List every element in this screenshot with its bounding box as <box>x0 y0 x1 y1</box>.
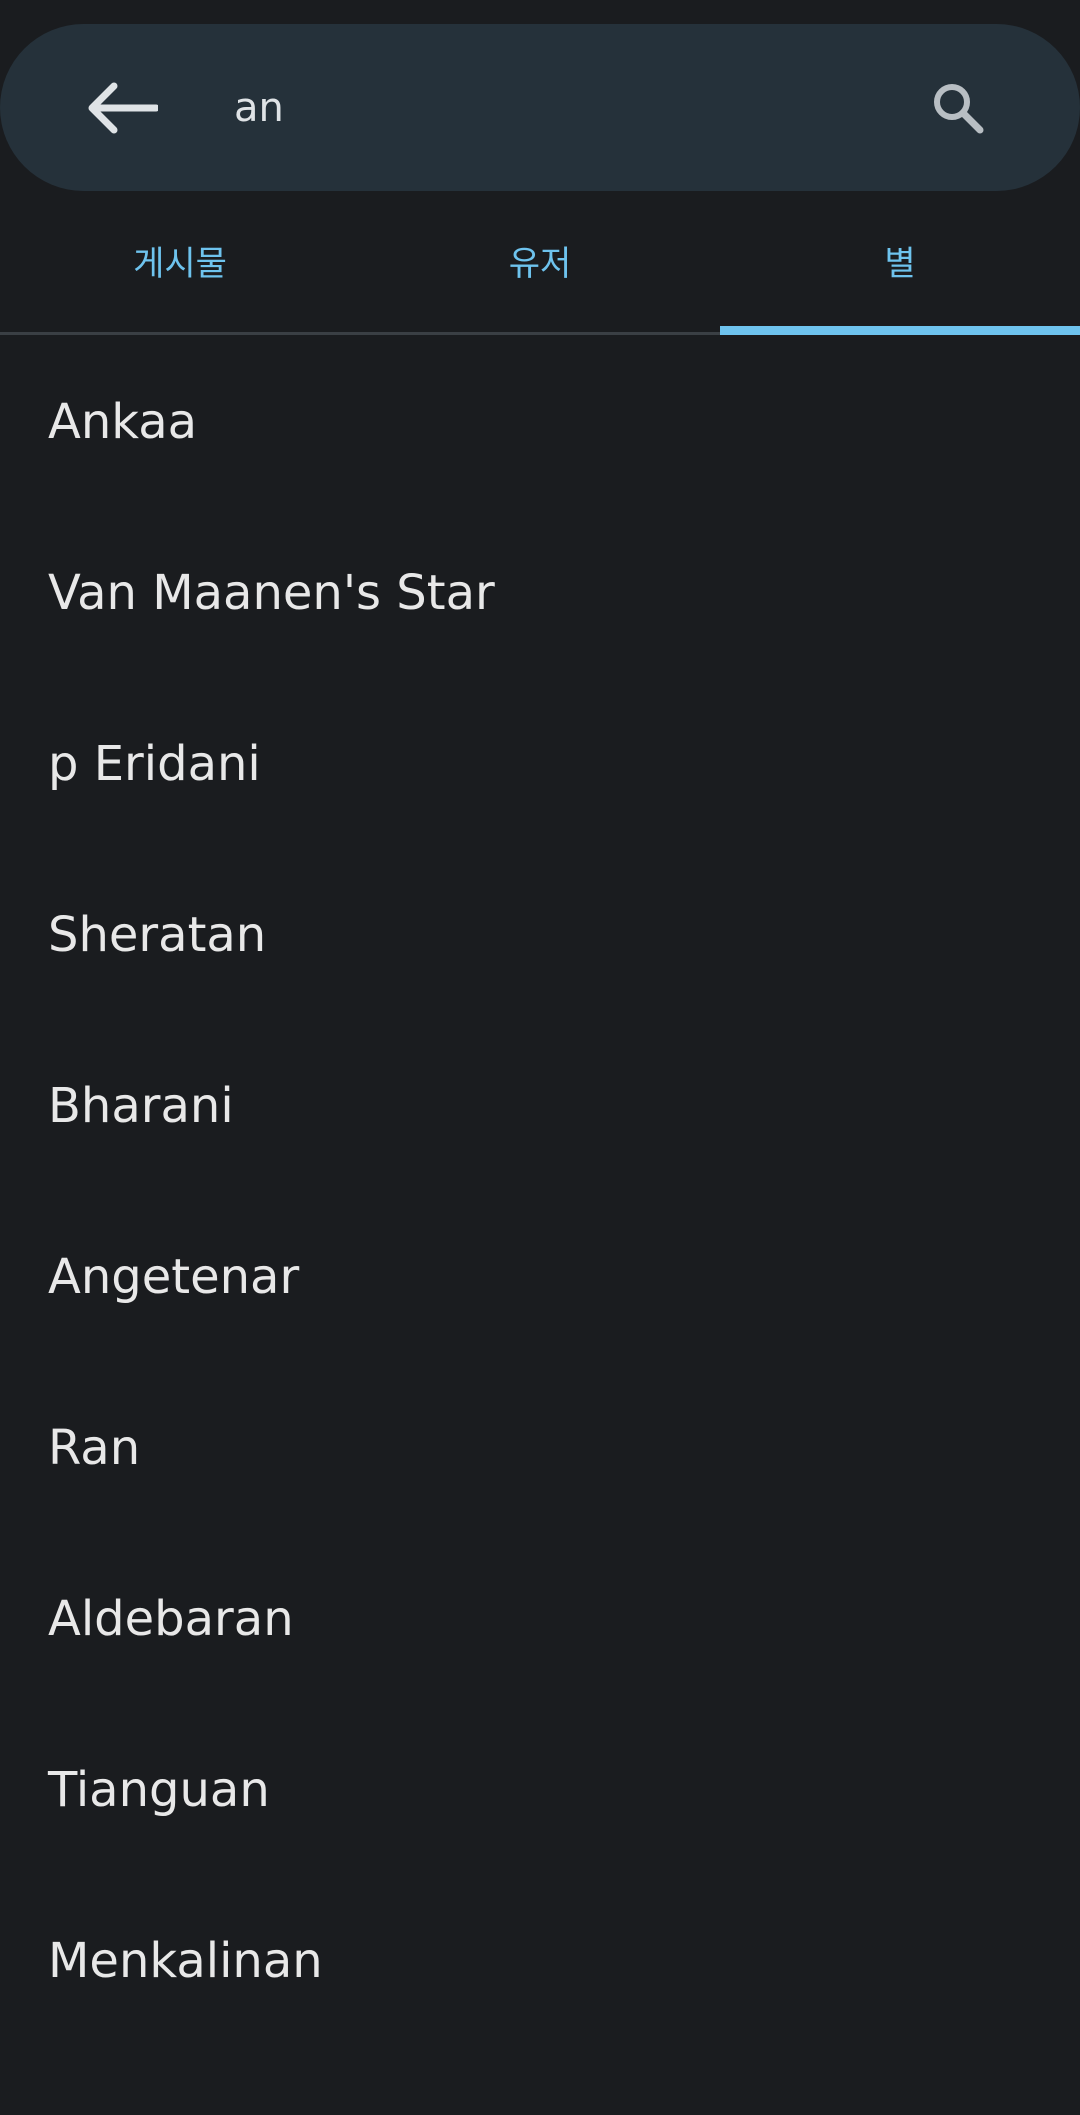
list-item[interactable]: Angetenar <box>0 1191 1080 1362</box>
tab-bar: 게시물 유저 별 <box>0 200 1080 335</box>
arrow-left-icon <box>88 82 158 134</box>
back-button[interactable] <box>74 64 170 152</box>
list-item[interactable]: Tianguan <box>0 1704 1080 1875</box>
tab-posts[interactable]: 게시물 <box>0 200 360 332</box>
list-item[interactable]: Menkalinan <box>0 1875 1080 2046</box>
search-button[interactable] <box>910 64 1006 152</box>
list-item[interactable]: Bharani <box>0 1020 1080 1191</box>
list-item[interactable]: Aldebaran <box>0 1533 1080 1704</box>
list-item[interactable]: Ankaa <box>0 336 1080 507</box>
results-list: Ankaa Van Maanen's Star p Eridani Sherat… <box>0 336 1080 2115</box>
list-item[interactable]: Van Maanen's Star <box>0 507 1080 678</box>
tab-posts-label: 게시물 <box>133 243 227 284</box>
list-item[interactable]: Sheratan <box>0 849 1080 1020</box>
list-item[interactable]: p Eridani <box>0 678 1080 849</box>
tab-users[interactable]: 유저 <box>360 200 720 332</box>
search-input[interactable] <box>234 68 874 148</box>
tab-stars-label: 별 <box>884 243 916 284</box>
tab-stars[interactable]: 별 <box>720 200 1080 335</box>
tab-users-label: 유저 <box>508 243 572 284</box>
list-item[interactable]: Ran <box>0 1362 1080 1533</box>
search-bar <box>0 24 1080 191</box>
magnifier-icon <box>934 84 984 134</box>
